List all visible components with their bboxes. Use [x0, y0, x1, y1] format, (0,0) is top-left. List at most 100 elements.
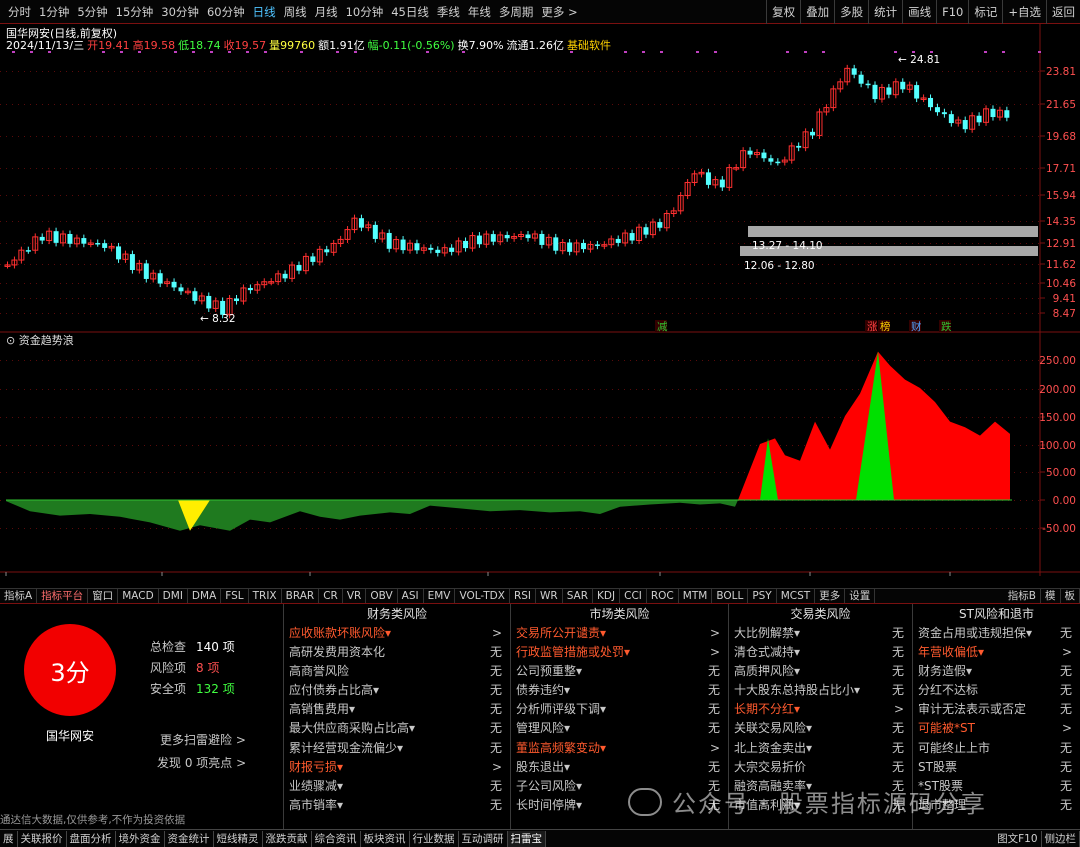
risk-row[interactable]: 资金占用或违规担保▾ 无	[913, 624, 1080, 643]
bottom-tab[interactable]: 行业数据	[410, 831, 459, 847]
indicator-tab[interactable]: MACD	[118, 589, 158, 603]
indicator-tab[interactable]: OBV	[366, 589, 397, 603]
indicator-tab[interactable]: PSY	[748, 589, 776, 603]
toolbar-button[interactable]: +自选	[1002, 0, 1046, 24]
bottom-tab-right[interactable]: 图文F10	[994, 831, 1041, 847]
risk-row[interactable]: 十大股东总持股占比小▾ 无	[729, 681, 912, 700]
risk-row[interactable]: 行政监管措施或处罚▾ >	[511, 643, 728, 662]
indicator-tab-right[interactable]: 指标B	[1004, 589, 1041, 603]
toolbar-button[interactable]: F10	[936, 0, 968, 24]
toolbar-button[interactable]: 复权	[766, 0, 800, 24]
toolbar-button[interactable]: 叠加	[800, 0, 834, 24]
indicator-tab[interactable]: 窗口	[88, 589, 118, 603]
timeframe-tab[interactable]: 1分钟	[35, 0, 73, 24]
timeframe-tab[interactable]: 分时	[4, 0, 35, 24]
indicator-tab[interactable]: CR	[319, 589, 343, 603]
indicator-tab[interactable]: ASI	[398, 589, 424, 603]
bottom-tab[interactable]: 盘面分析	[67, 831, 116, 847]
risk-row[interactable]: 业绩骤减▾ 无	[284, 777, 510, 796]
more-scan-link[interactable]: 更多扫雷避险 >	[160, 731, 246, 748]
timeframe-tab[interactable]: 10分钟	[342, 0, 388, 24]
risk-row[interactable]: 累计经营现金流偏少▾ 无	[284, 739, 510, 758]
risk-row[interactable]: 长期不分红▾ >	[729, 700, 912, 719]
kline-svg[interactable]: 23.8121.6519.6817.7115.9414.3512.9111.62…	[0, 24, 1080, 576]
risk-row[interactable]: 股东退出▾ 无	[511, 758, 728, 777]
timeframe-tab[interactable]: 周线	[280, 0, 311, 24]
indicator-tab[interactable]: MTM	[679, 589, 713, 603]
risk-row[interactable]: 分析师评级下调▾ 无	[511, 700, 728, 719]
risk-row[interactable]: 最大供应商采购占比高▾ 无	[284, 719, 510, 738]
indicator-tab[interactable]: DMA	[188, 589, 221, 603]
risk-row[interactable]: 董监高频繁变动▾ >	[511, 739, 728, 758]
timeframe-tab[interactable]: 日线	[249, 0, 280, 24]
indicator-tab[interactable]: SAR	[563, 589, 593, 603]
indicator-tab[interactable]: MCST	[777, 589, 815, 603]
bottom-tab[interactable]: 关联报价	[18, 831, 67, 847]
risk-row[interactable]: 年营收偏低▾ >	[913, 643, 1080, 662]
risk-row[interactable]: 财务造假▾ 无	[913, 662, 1080, 681]
bottom-tab[interactable]: 综合资讯	[312, 831, 361, 847]
bottom-tab[interactable]: 境外资金	[116, 831, 165, 847]
bottom-tab[interactable]: 扫雷宝	[508, 831, 547, 847]
risk-row[interactable]: 债券违约▾ 无	[511, 681, 728, 700]
risk-row[interactable]: 高市销率▾ 无	[284, 796, 510, 815]
toolbar-button[interactable]: 多股	[834, 0, 868, 24]
timeframe-tab[interactable]: 季线	[433, 0, 464, 24]
timeframe-tab[interactable]: 多周期	[495, 0, 538, 24]
toolbar-button[interactable]: 统计	[868, 0, 902, 24]
risk-row[interactable]: 关联交易风险▾ 无	[729, 719, 912, 738]
toolbar-button[interactable]: 标记	[968, 0, 1002, 24]
bottom-tab[interactable]: 涨跌贡献	[263, 831, 312, 847]
timeframe-tab[interactable]: 45日线	[387, 0, 433, 24]
toolbar-button[interactable]: 画线	[902, 0, 936, 24]
risk-row[interactable]: 审计无法表示或否定无	[913, 700, 1080, 719]
indicator-tab[interactable]: BOLL	[712, 589, 748, 603]
bottom-tab[interactable]: 资金统计	[165, 831, 214, 847]
indicator-tab[interactable]: EMV	[424, 589, 456, 603]
timeframe-tab[interactable]: 5分钟	[73, 0, 111, 24]
indicator-tab[interactable]: ROC	[647, 589, 679, 603]
indicator-tab[interactable]: BRAR	[282, 589, 320, 603]
risk-row[interactable]: 高销售费用▾ 无	[284, 700, 510, 719]
risk-row[interactable]: 可能终止上市无	[913, 739, 1080, 758]
indicator-tab[interactable]: KDJ	[593, 589, 620, 603]
indicator-tab-right[interactable]: 板	[1061, 589, 1080, 603]
indicator-tab[interactable]: RSI	[510, 589, 536, 603]
indicator-tab[interactable]: VOL-TDX	[455, 589, 509, 603]
kline-chart-area[interactable]: 23.81 21.65 19.68 17.71 15.94 14.35 12.91 11.62…	[0, 24, 1080, 576]
bottom-tab[interactable]: 互动调研	[459, 831, 508, 847]
indicator-tab[interactable]: 更多	[815, 589, 845, 603]
indicator-tab[interactable]: 指标A	[0, 589, 37, 603]
risk-row[interactable]: 可能被*ST >	[913, 719, 1080, 738]
risk-row[interactable]: 大比例解禁▾ 无	[729, 624, 912, 643]
risk-row[interactable]: 管理风险▾ 无	[511, 719, 728, 738]
risk-row[interactable]: 交易所公开谴责▾ >	[511, 624, 728, 643]
indicator-tab[interactable]: VR	[343, 589, 366, 603]
indicator-tab[interactable]: FSL	[221, 589, 248, 603]
bottom-tab[interactable]: 短线精灵	[214, 831, 263, 847]
risk-row[interactable]: 高质押风险▾ 无	[729, 662, 912, 681]
indicator-tab[interactable]: 设置	[845, 589, 875, 603]
timeframe-tab[interactable]: 更多 >	[537, 0, 581, 24]
risk-row[interactable]: 高研发费用资本化无	[284, 643, 510, 662]
timeframe-tab[interactable]: 30分钟	[157, 0, 203, 24]
indicator-tab[interactable]: TRIX	[249, 589, 282, 603]
risk-row[interactable]: 应付债券占比高▾ 无	[284, 681, 510, 700]
bottom-tab[interactable]: 板块资讯	[361, 831, 410, 847]
timeframe-tab[interactable]: 15分钟	[112, 0, 158, 24]
chart-title[interactable]: 国华网安(日线,前复权)	[6, 25, 117, 41]
risk-row[interactable]: 分红不达标无	[913, 681, 1080, 700]
toolbar-button[interactable]: 返回	[1046, 0, 1080, 24]
timeframe-tab[interactable]: 60分钟	[203, 0, 249, 24]
timeframe-tab[interactable]: 年线	[464, 0, 495, 24]
highlights-link[interactable]: 发现 0 项亮点 >	[157, 754, 246, 771]
risk-row[interactable]: 北上资金卖出▾ 无	[729, 739, 912, 758]
indicator-tab[interactable]: DMI	[159, 589, 188, 603]
risk-row[interactable]: 清仓式减持▾ 无	[729, 643, 912, 662]
bottom-tab[interactable]: 展	[0, 831, 18, 847]
risk-row[interactable]: 应收账款坏账风险▾ >	[284, 624, 510, 643]
bottom-tab-right[interactable]: 侧边栏	[1042, 831, 1080, 847]
risk-row[interactable]: 公司预重整▾ 无	[511, 662, 728, 681]
risk-row[interactable]: 财报亏损▾ >	[284, 758, 510, 777]
indicator-tab[interactable]: CCI	[620, 589, 647, 603]
